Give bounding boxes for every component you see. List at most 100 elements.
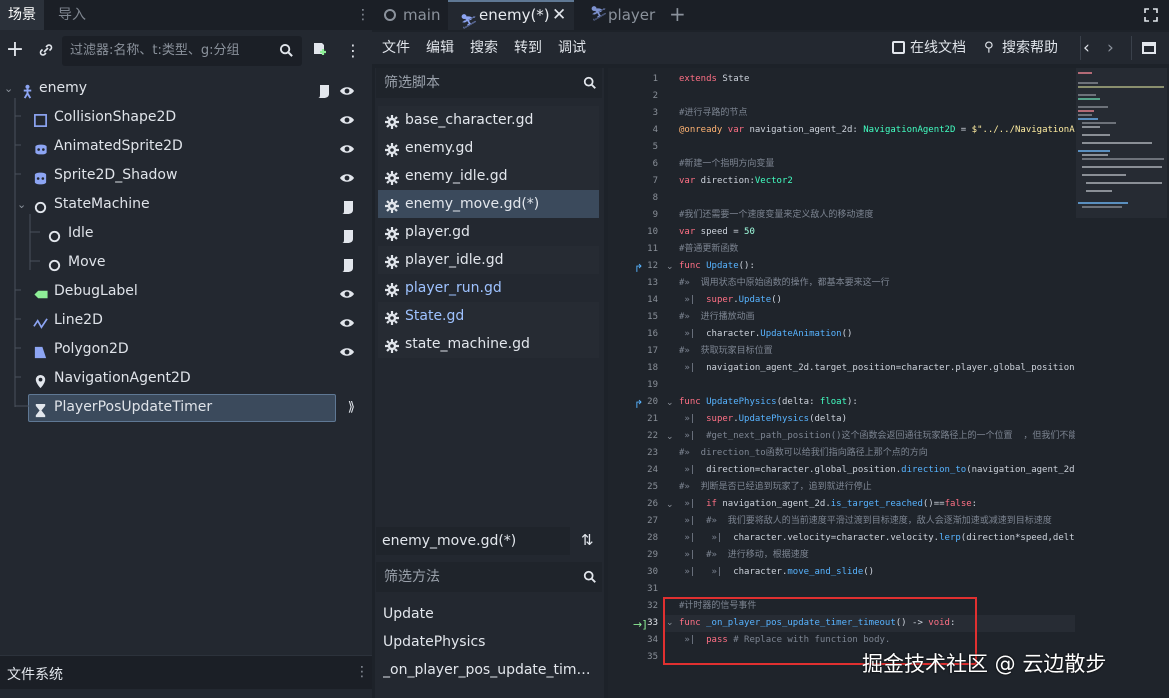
script-item[interactable]: enemy_idle.gd — [378, 162, 599, 190]
method-item[interactable]: Update — [383, 600, 599, 628]
scene-node-polygon2d[interactable]: Polygon2D — [0, 335, 372, 364]
scene-more-icon[interactable]: ⋮ — [345, 41, 361, 60]
visibility-eye-icon[interactable] — [339, 313, 355, 329]
scene-node-line2d[interactable]: Line2D — [0, 306, 372, 335]
code-line[interactable]: #» 调用状态中原始函数的操作，都基本要来这一行 — [679, 275, 890, 292]
signal-connection-icon[interactable]: →] — [633, 618, 647, 631]
code-line[interactable]: »| »| character.move_and_slide() — [679, 564, 874, 581]
menu-search[interactable]: 搜索 — [470, 32, 498, 64]
tab-enemy[interactable]: ⛷ enemy(*) ✕ — [448, 0, 574, 30]
menu-debug[interactable]: 调试 — [558, 32, 586, 64]
fold-arrow-icon[interactable]: ⌄ — [666, 262, 674, 272]
history-back-icon[interactable]: ‹ — [1083, 32, 1090, 64]
filesystem-menu-icon[interactable]: ⋮ — [355, 664, 369, 680]
sort-icon[interactable]: ⇅ — [581, 531, 594, 549]
fold-arrow-icon[interactable]: ⌄ — [666, 618, 674, 628]
scene-node-statemachine[interactable]: ⌄ StateMachine — [0, 190, 372, 219]
script-item[interactable]: state_machine.gd — [378, 330, 599, 358]
code-line[interactable]: »| character.UpdateAnimation() — [679, 326, 852, 343]
script-icon[interactable] — [341, 226, 355, 243]
visibility-eye-icon[interactable] — [339, 284, 355, 300]
link-icon[interactable] — [36, 40, 56, 60]
code-line[interactable]: #» direction_to函数可以给我们指向路径上那个点的方向 — [679, 445, 928, 462]
code-line[interactable]: »| if navigation_agent_2d.is_target_reac… — [679, 496, 977, 513]
code-line[interactable]: »| #get_next_path_position()这个函数会返回通往玩家路… — [679, 428, 1075, 445]
tab-import[interactable]: 导入 — [50, 0, 94, 30]
tab-filesystem[interactable]: 文件系统 — [7, 664, 63, 684]
script-item[interactable]: player.gd — [378, 218, 599, 246]
scene-filter-input[interactable]: 过滤器:名称、t:类型、g:分组 — [62, 36, 302, 66]
scene-node-sprite2d_shadow[interactable]: Sprite2D_Shadow — [0, 161, 372, 190]
method-filter-input[interactable]: 筛选方法 — [376, 562, 602, 592]
script-icon[interactable] — [317, 81, 331, 98]
code-line[interactable]: extends State — [679, 71, 749, 88]
scene-node-collisionshape2d[interactable]: CollisionShape2D — [0, 103, 372, 132]
visibility-eye-icon[interactable] — [339, 139, 355, 155]
script-item[interactable]: player_idle.gd — [378, 246, 599, 274]
fold-arrow-icon[interactable]: ⌄ — [666, 432, 674, 442]
script-filter-input[interactable]: 筛选脚本 — [376, 68, 602, 98]
visibility-eye-icon[interactable] — [339, 342, 355, 358]
code-line[interactable]: »| #» 我们要将敌人的当前速度平滑过渡到目标速度，敌人会逐渐加速或减速到目标… — [679, 513, 1051, 530]
scene-node-idle[interactable]: Idle — [0, 219, 372, 248]
code-line[interactable]: #» 进行播放动画 — [679, 309, 755, 326]
collapse-arrow-icon[interactable]: ⌄ — [17, 190, 26, 219]
add-tab-icon[interactable]: + — [669, 2, 686, 26]
scene-node-enemy[interactable]: ⌄ enemy — [0, 74, 372, 103]
code-line[interactable]: »| »| character.velocity=character.veloc… — [679, 530, 1075, 547]
method-item[interactable]: UpdatePhysics — [383, 628, 599, 656]
script-item[interactable]: enemy_move.gd(*) — [378, 190, 599, 218]
scene-node-debuglabel[interactable]: DebugLabel — [0, 277, 372, 306]
visibility-eye-icon[interactable] — [339, 110, 355, 126]
code-minimap[interactable] — [1076, 68, 1167, 218]
menu-file[interactable]: 文件 — [382, 32, 410, 64]
script-icon[interactable] — [341, 255, 355, 272]
script-icon[interactable] — [341, 197, 355, 214]
code-line[interactable]: »| navigation_agent_2d.target_position=c… — [679, 360, 1074, 377]
code-line[interactable]: func UpdatePhysics(delta: float): — [679, 394, 858, 411]
script-item[interactable]: State.gd — [378, 302, 599, 330]
visibility-eye-icon[interactable] — [339, 168, 355, 184]
scene-node-label: CollisionShape2D — [54, 109, 177, 125]
scene-node-animatedsprite2d[interactable]: AnimatedSprite2D — [0, 132, 372, 161]
scene-node-move[interactable]: Move — [0, 248, 372, 277]
collapse-arrow-icon[interactable]: ⌄ — [4, 74, 13, 103]
code-line[interactable]: #普通更新函数 — [679, 241, 738, 258]
code-line[interactable]: #进行寻路的节点 — [679, 105, 747, 122]
script-item[interactable]: enemy.gd — [378, 134, 599, 162]
code-line[interactable]: »| super.UpdatePhysics(delta) — [679, 411, 847, 428]
method-item[interactable]: _on_player_pos_update_timer_... — [383, 656, 599, 684]
tab-player[interactable]: ⛷ player — [590, 0, 674, 30]
script-item[interactable]: player_run.gd — [378, 274, 599, 302]
code-line[interactable]: »| #» 进行移动，根据速度 — [679, 547, 808, 564]
code-line[interactable]: #» 判断是否已经追到玩家了，追到就进行停止 — [679, 479, 872, 496]
attach-script-icon[interactable] — [310, 41, 328, 59]
fold-arrow-icon[interactable]: ⌄ — [666, 398, 674, 408]
animated-sprite-icon — [33, 139, 48, 155]
toggle-panel-icon[interactable] — [1142, 42, 1156, 54]
code-line[interactable]: var speed = 50 — [679, 224, 755, 241]
scene-node-navigationagent2d[interactable]: NavigationAgent2D — [0, 364, 372, 393]
script-item[interactable]: base_character.gd — [378, 106, 599, 134]
code-line[interactable]: #我们还需要一个速度变量来定义敌人的移动速度 — [679, 207, 873, 224]
add-node-icon[interactable]: + — [4, 37, 26, 62]
scene-node-playerposupdatetimer[interactable]: PlayerPosUpdateTimer ⟫ — [0, 393, 372, 422]
fullscreen-icon[interactable] — [1142, 6, 1160, 24]
code-line[interactable]: #» 获取玩家目标位置 — [679, 343, 773, 360]
code-line[interactable]: func Update(): — [679, 258, 755, 275]
tab-main[interactable]: main — [384, 0, 454, 30]
menu-edit[interactable]: 编辑 — [426, 32, 454, 64]
code-line[interactable]: var direction:Vector2 — [679, 173, 793, 190]
fold-arrow-icon[interactable]: ⌄ — [666, 500, 674, 510]
history-forward-icon[interactable]: › — [1107, 32, 1114, 64]
signal-icon[interactable]: ⟫ — [348, 393, 355, 422]
code-line[interactable]: #新建一个指明方向变量 — [679, 156, 774, 173]
code-line[interactable]: @onready var navigation_agent_2d: Naviga… — [679, 122, 1075, 139]
code-line[interactable]: »| direction=character.global_position.d… — [679, 462, 1075, 479]
close-icon[interactable]: ✕ — [552, 0, 566, 30]
dock-menu-icon[interactable]: ⋮ — [356, 7, 370, 23]
visibility-eye-icon[interactable] — [339, 81, 355, 97]
menu-goto[interactable]: 转到 — [514, 32, 542, 64]
tab-scene[interactable]: 场景 — [0, 0, 44, 30]
code-line[interactable]: »| super.Update() — [679, 292, 782, 309]
